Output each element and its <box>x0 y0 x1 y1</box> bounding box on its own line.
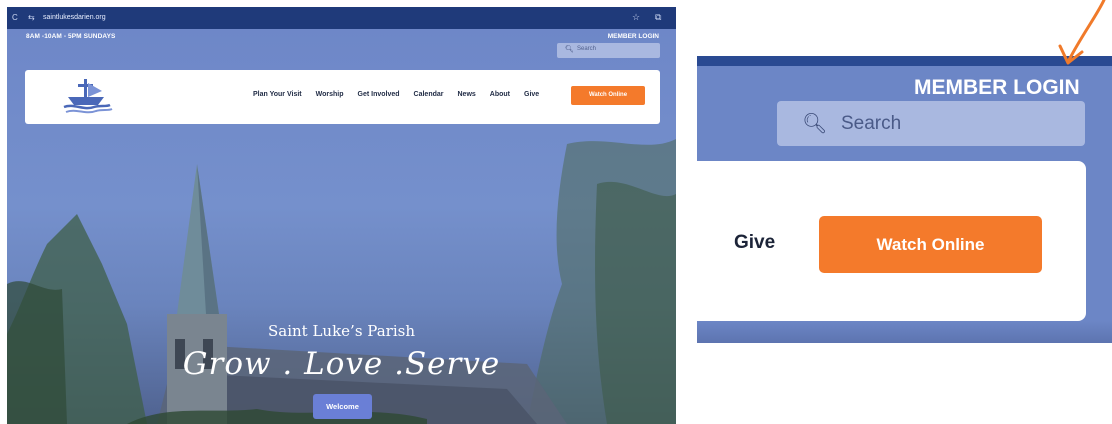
tune-icon[interactable]: ⇆ <box>28 13 38 22</box>
zoom-detail-panel: MEMBER LOGIN 🔍︎ Search Give Watch Online <box>697 56 1112 343</box>
hero-section: 8AM -10AM - 5PM SUNDAYS MEMBER LOGIN 🔍︎ … <box>7 29 676 424</box>
watch-online-button-zoomed[interactable]: Watch Online <box>819 216 1042 273</box>
nav-give[interactable]: Give <box>524 91 539 98</box>
nav-about[interactable]: About <box>490 91 510 98</box>
extension-icon[interactable]: ⧉ <box>655 12 661 23</box>
utility-bar: 8AM -10AM - 5PM SUNDAYS MEMBER LOGIN 🔍︎ … <box>7 29 676 61</box>
service-hours: 8AM -10AM - 5PM SUNDAYS <box>26 33 116 40</box>
star-icon[interactable]: ☆ <box>632 12 640 23</box>
reload-icon[interactable]: C <box>12 13 21 22</box>
primary-nav: Plan Your Visit Worship Get Involved Cal… <box>253 91 553 98</box>
member-login-link[interactable]: MEMBER LOGIN <box>608 33 659 40</box>
welcome-button[interactable]: Welcome <box>313 394 372 419</box>
search-placeholder-zoomed: Search <box>841 113 902 134</box>
zoom-top-band <box>697 56 1112 66</box>
church-logo[interactable] <box>58 77 114 115</box>
zoom-bottom-strip <box>697 321 1112 343</box>
search-icon: 🔍︎ <box>802 113 828 135</box>
search-input[interactable]: 🔍︎ Search <box>557 43 660 58</box>
main-nav-card: Plan Your Visit Worship Get Involved Cal… <box>25 70 660 124</box>
search-icon: 🔍︎ <box>565 46 574 53</box>
search-input-zoomed[interactable]: 🔍︎ Search <box>777 101 1085 146</box>
nav-get-involved[interactable]: Get Involved <box>358 91 400 98</box>
nav-card-zoomed: Give Watch Online <box>697 161 1086 321</box>
parish-name: Saint Luke’s Parish <box>268 322 415 340</box>
browser-window: C ⇆ saintlukesdarien.org ☆ ⧉ 8AM -10AM -… <box>7 7 676 424</box>
browser-toolbar: C ⇆ saintlukesdarien.org ☆ ⧉ <box>7 7 676 29</box>
address-bar[interactable]: saintlukesdarien.org <box>43 13 106 23</box>
nav-worship[interactable]: Worship <box>316 91 344 98</box>
nav-plan-your-visit[interactable]: Plan Your Visit <box>253 91 302 98</box>
search-placeholder: Search <box>577 46 597 52</box>
hero-tagline: Grow . Love .Serve <box>182 346 501 382</box>
nav-news[interactable]: News <box>458 91 476 98</box>
watch-online-button[interactable]: Watch Online <box>571 86 645 105</box>
annotation-arrow-icon <box>1058 0 1106 65</box>
nav-give-zoomed[interactable]: Give <box>734 232 775 254</box>
nav-calendar[interactable]: Calendar <box>414 91 444 98</box>
